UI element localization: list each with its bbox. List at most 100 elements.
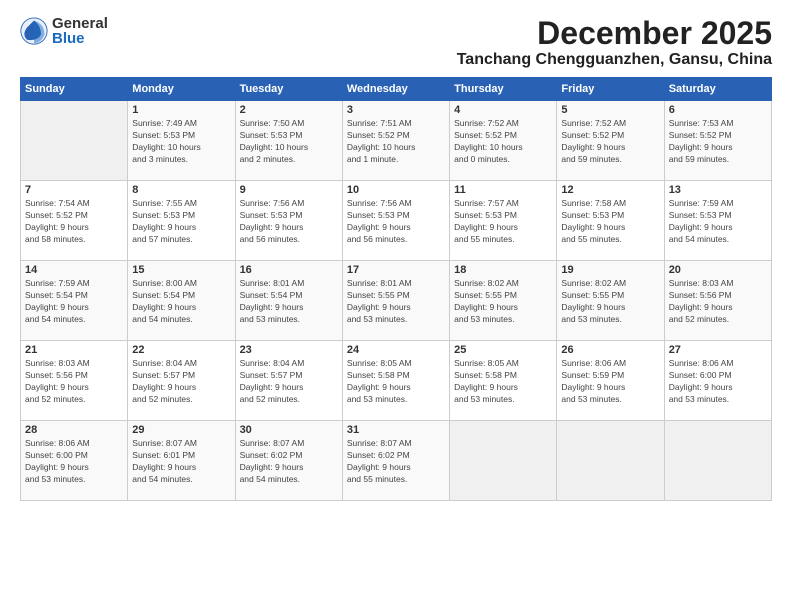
day-cell: 15 Sunrise: 8:00 AM Sunset: 5:54 PM Dayli… [128, 261, 235, 341]
week-row-4: 21Sunrise: 8:03 AM Sunset: 5:56 PM Dayli… [21, 341, 772, 421]
day-cell: 17 Sunrise: 8:01 AM Sunset: 5:55 PM Dayli… [342, 261, 449, 341]
day-number: 27 [669, 344, 767, 356]
logo-general: General [52, 16, 108, 31]
header-row: SundayMondayTuesdayWednesdayThursdayFrid… [21, 78, 772, 101]
week-row-1: 1 Sunrise: 7:49 AM Sunset: 5:53 PM Daylig… [21, 101, 772, 181]
day-cell: 19Sunrise: 8:02 AM Sunset: 5:55 PM Dayli… [557, 261, 664, 341]
day-cell: 22 Sunrise: 8:04 AM Sunset: 5:57 PM Dayli… [128, 341, 235, 421]
day-cell [21, 101, 128, 181]
day-info: Sunrise: 8:04 AM Sunset: 5:57 PM Dayligh… [132, 358, 230, 406]
day-info: Sunrise: 8:06 AM Sunset: 6:00 PM Dayligh… [669, 358, 767, 406]
day-info: Sunrise: 8:00 AM Sunset: 5:54 PM Dayligh… [132, 278, 230, 326]
day-cell: 8 Sunrise: 7:55 AM Sunset: 5:53 PM Daylig… [128, 181, 235, 261]
logo-text: General Blue [52, 16, 108, 46]
day-number: 29 [132, 424, 230, 436]
day-number: 14 [25, 264, 123, 276]
col-header-wednesday: Wednesday [342, 78, 449, 101]
col-header-tuesday: Tuesday [235, 78, 342, 101]
day-cell: 29Sunrise: 8:07 AM Sunset: 6:01 PM Dayli… [128, 421, 235, 501]
day-info: Sunrise: 7:59 AM Sunset: 5:54 PM Dayligh… [25, 278, 123, 326]
col-header-sunday: Sunday [21, 78, 128, 101]
day-info: Sunrise: 8:05 AM Sunset: 5:58 PM Dayligh… [454, 358, 552, 406]
day-info: Sunrise: 7:54 AM Sunset: 5:52 PM Dayligh… [25, 198, 123, 246]
logo-blue: Blue [52, 31, 108, 46]
day-cell: 23 Sunrise: 8:04 AM Sunset: 5:57 PM Dayli… [235, 341, 342, 421]
day-number: 8 [132, 184, 230, 196]
logo: General Blue [20, 16, 108, 46]
day-info: Sunrise: 8:04 AM Sunset: 5:57 PM Dayligh… [240, 358, 338, 406]
day-cell [557, 421, 664, 501]
day-number: 24 [347, 344, 445, 356]
month-title: December 2025 [457, 16, 772, 51]
col-header-thursday: Thursday [450, 78, 557, 101]
day-info: Sunrise: 7:59 AM Sunset: 5:53 PM Dayligh… [669, 198, 767, 246]
day-info: Sunrise: 8:07 AM Sunset: 6:02 PM Dayligh… [347, 438, 445, 486]
day-info: Sunrise: 7:55 AM Sunset: 5:53 PM Dayligh… [132, 198, 230, 246]
week-row-3: 14 Sunrise: 7:59 AM Sunset: 5:54 PM Dayli… [21, 261, 772, 341]
logo-icon [20, 17, 48, 45]
col-header-saturday: Saturday [664, 78, 771, 101]
day-cell: 7Sunrise: 7:54 AM Sunset: 5:52 PM Daylig… [21, 181, 128, 261]
day-number: 23 [240, 344, 338, 356]
day-info: Sunrise: 8:06 AM Sunset: 5:59 PM Dayligh… [561, 358, 659, 406]
day-info: Sunrise: 8:01 AM Sunset: 5:55 PM Dayligh… [347, 278, 445, 326]
day-cell: 30 Sunrise: 8:07 AM Sunset: 6:02 PM Dayli… [235, 421, 342, 501]
day-cell: 25 Sunrise: 8:05 AM Sunset: 5:58 PM Dayli… [450, 341, 557, 421]
week-row-5: 28 Sunrise: 8:06 AM Sunset: 6:00 PM Dayli… [21, 421, 772, 501]
day-number: 30 [240, 424, 338, 436]
day-cell: 13 Sunrise: 7:59 AM Sunset: 5:53 PM Dayli… [664, 181, 771, 261]
col-header-friday: Friday [557, 78, 664, 101]
day-info: Sunrise: 8:07 AM Sunset: 6:02 PM Dayligh… [240, 438, 338, 486]
day-cell: 12 Sunrise: 7:58 AM Sunset: 5:53 PM Dayli… [557, 181, 664, 261]
day-info: Sunrise: 8:05 AM Sunset: 5:58 PM Dayligh… [347, 358, 445, 406]
day-number: 18 [454, 264, 552, 276]
day-cell: 3 Sunrise: 7:51 AM Sunset: 5:52 PM Daylig… [342, 101, 449, 181]
calendar-page: General Blue December 2025 Tanchang Chen… [0, 0, 792, 612]
day-number: 4 [454, 104, 552, 116]
day-number: 17 [347, 264, 445, 276]
day-cell: 20 Sunrise: 8:03 AM Sunset: 5:56 PM Dayli… [664, 261, 771, 341]
day-info: Sunrise: 7:49 AM Sunset: 5:53 PM Dayligh… [132, 118, 230, 166]
day-number: 3 [347, 104, 445, 116]
day-cell [664, 421, 771, 501]
day-number: 25 [454, 344, 552, 356]
day-number: 21 [25, 344, 123, 356]
day-info: Sunrise: 7:51 AM Sunset: 5:52 PM Dayligh… [347, 118, 445, 166]
day-number: 28 [25, 424, 123, 436]
day-number: 26 [561, 344, 659, 356]
day-number: 12 [561, 184, 659, 196]
day-cell: 26 Sunrise: 8:06 AM Sunset: 5:59 PM Dayli… [557, 341, 664, 421]
day-cell: 16Sunrise: 8:01 AM Sunset: 5:54 PM Dayli… [235, 261, 342, 341]
day-cell: 11Sunrise: 7:57 AM Sunset: 5:53 PM Dayli… [450, 181, 557, 261]
day-cell: 5 Sunrise: 7:52 AM Sunset: 5:52 PM Daylig… [557, 101, 664, 181]
day-cell: 18Sunrise: 8:02 AM Sunset: 5:55 PM Dayli… [450, 261, 557, 341]
day-info: Sunrise: 7:50 AM Sunset: 5:53 PM Dayligh… [240, 118, 338, 166]
day-info: Sunrise: 7:52 AM Sunset: 5:52 PM Dayligh… [561, 118, 659, 166]
day-number: 20 [669, 264, 767, 276]
day-info: Sunrise: 8:06 AM Sunset: 6:00 PM Dayligh… [25, 438, 123, 486]
day-cell: 9 Sunrise: 7:56 AM Sunset: 5:53 PM Daylig… [235, 181, 342, 261]
header: General Blue December 2025 Tanchang Chen… [20, 16, 772, 69]
day-number: 9 [240, 184, 338, 196]
day-info: Sunrise: 8:02 AM Sunset: 5:55 PM Dayligh… [561, 278, 659, 326]
day-number: 13 [669, 184, 767, 196]
day-cell: 14 Sunrise: 7:59 AM Sunset: 5:54 PM Dayli… [21, 261, 128, 341]
day-info: Sunrise: 7:58 AM Sunset: 5:53 PM Dayligh… [561, 198, 659, 246]
day-number: 15 [132, 264, 230, 276]
day-number: 1 [132, 104, 230, 116]
location: Tanchang Chengguanzhen, Gansu, China [457, 51, 772, 69]
day-info: Sunrise: 8:03 AM Sunset: 5:56 PM Dayligh… [669, 278, 767, 326]
day-cell [450, 421, 557, 501]
day-cell: 21Sunrise: 8:03 AM Sunset: 5:56 PM Dayli… [21, 341, 128, 421]
day-info: Sunrise: 8:01 AM Sunset: 5:54 PM Dayligh… [240, 278, 338, 326]
day-cell: 6Sunrise: 7:53 AM Sunset: 5:52 PM Daylig… [664, 101, 771, 181]
day-cell: 2 Sunrise: 7:50 AM Sunset: 5:53 PM Daylig… [235, 101, 342, 181]
day-number: 10 [347, 184, 445, 196]
day-number: 5 [561, 104, 659, 116]
calendar-table: SundayMondayTuesdayWednesdayThursdayFrid… [20, 77, 772, 501]
title-block: December 2025 Tanchang Chengguanzhen, Ga… [457, 16, 772, 69]
day-info: Sunrise: 7:53 AM Sunset: 5:52 PM Dayligh… [669, 118, 767, 166]
day-number: 2 [240, 104, 338, 116]
day-number: 22 [132, 344, 230, 356]
day-info: Sunrise: 7:56 AM Sunset: 5:53 PM Dayligh… [240, 198, 338, 246]
